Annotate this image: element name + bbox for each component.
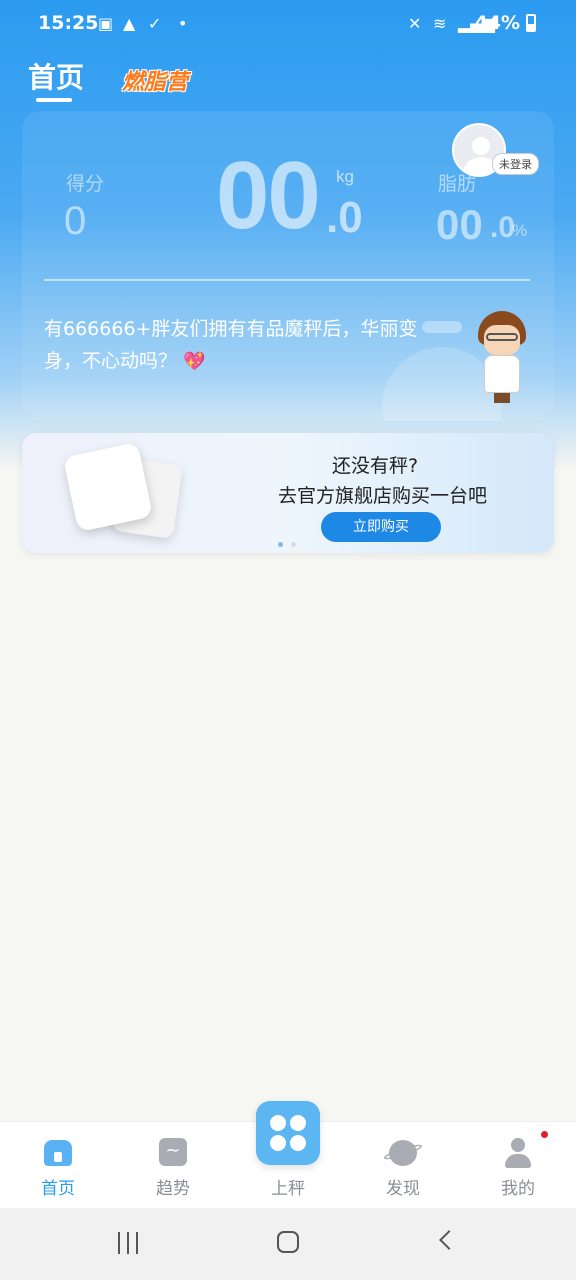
notification-dot bbox=[541, 1131, 548, 1138]
back-icon[interactable] bbox=[439, 1230, 459, 1250]
planet-icon bbox=[382, 1136, 424, 1168]
wifi-icon: ≋ bbox=[433, 14, 447, 33]
buy-scale-banner[interactable]: 还没有秤? 去官方旗舰店购买一台吧 立即购买 bbox=[22, 433, 554, 553]
weight-unit: kg bbox=[336, 167, 354, 186]
weight-value: 00 bbox=[216, 142, 321, 249]
nav-label-trend: 趋势 bbox=[156, 1179, 190, 1199]
promo-message: 有666666+胖友们拥有有品魔秤后，华丽变身，不心动吗？ bbox=[44, 318, 418, 372]
battery-percent: 44% bbox=[474, 12, 520, 34]
tab-burn-camp[interactable]: 燃脂营 bbox=[122, 64, 188, 96]
warning-icon: ▲ bbox=[123, 14, 136, 33]
tab-home[interactable]: 首页 bbox=[28, 56, 84, 96]
image-icon: ▣ bbox=[98, 14, 114, 33]
nav-label-weigh: 上秤 bbox=[271, 1179, 305, 1199]
recent-apps-icon[interactable] bbox=[116, 1232, 140, 1254]
weight-decimal: .0 bbox=[326, 193, 363, 242]
system-navigation-bar bbox=[0, 1208, 576, 1280]
buy-now-button[interactable]: 立即购买 bbox=[321, 512, 441, 542]
doctor-mascot-icon bbox=[474, 311, 530, 403]
status-time: 15:25 bbox=[38, 12, 99, 34]
weight-summary-card: 得分 0 00 kg .0 脂肪 00 .0 % 未登录 有666666+胖友们… bbox=[22, 111, 554, 421]
carousel-dot[interactable] bbox=[291, 542, 296, 547]
fat-value: 00 bbox=[436, 201, 483, 248]
banner-title: 还没有秤? bbox=[332, 455, 419, 477]
nav-item-home[interactable]: 首页 bbox=[18, 1122, 98, 1209]
avatar-head-icon bbox=[472, 137, 490, 155]
login-status-badge[interactable]: 未登录 bbox=[492, 153, 539, 175]
tab-home-underline bbox=[36, 98, 72, 102]
user-icon bbox=[502, 1136, 534, 1168]
score-value: 0 bbox=[64, 199, 87, 243]
weigh-button[interactable] bbox=[256, 1101, 320, 1165]
fat-unit: % bbox=[512, 221, 528, 240]
carousel-dot-active[interactable] bbox=[278, 542, 283, 547]
sparkling-heart-icon: 💖 bbox=[183, 351, 206, 372]
nav-item-discover[interactable]: 发现 bbox=[363, 1122, 443, 1209]
promo-text: 有666666+胖友们拥有有品魔秤后，华丽变身，不心动吗？ 💖 bbox=[44, 313, 434, 378]
trend-icon: ~ bbox=[157, 1136, 189, 1168]
score-label: 得分 bbox=[66, 173, 105, 195]
mute-icon: ✕ bbox=[408, 14, 422, 33]
check-icon: ✓ bbox=[148, 14, 162, 33]
home-icon bbox=[42, 1136, 74, 1168]
home-button-icon[interactable] bbox=[277, 1231, 299, 1253]
nav-item-trend[interactable]: ~ 趋势 bbox=[133, 1122, 213, 1209]
battery-icon bbox=[526, 14, 536, 32]
status-bar: 15:25 ▣ ▲ ✓ • ✕ ≋ ▂▄▆ 44% bbox=[0, 0, 576, 48]
banner-subtitle: 去官方旗舰店购买一台吧 bbox=[278, 485, 488, 507]
nav-label-home: 首页 bbox=[41, 1179, 75, 1199]
card-divider bbox=[44, 279, 530, 281]
dot-icon: • bbox=[178, 14, 188, 33]
nav-label-me: 我的 bbox=[501, 1179, 535, 1199]
scale-product-icon bbox=[62, 441, 154, 533]
nav-label-discover: 发现 bbox=[386, 1179, 420, 1199]
